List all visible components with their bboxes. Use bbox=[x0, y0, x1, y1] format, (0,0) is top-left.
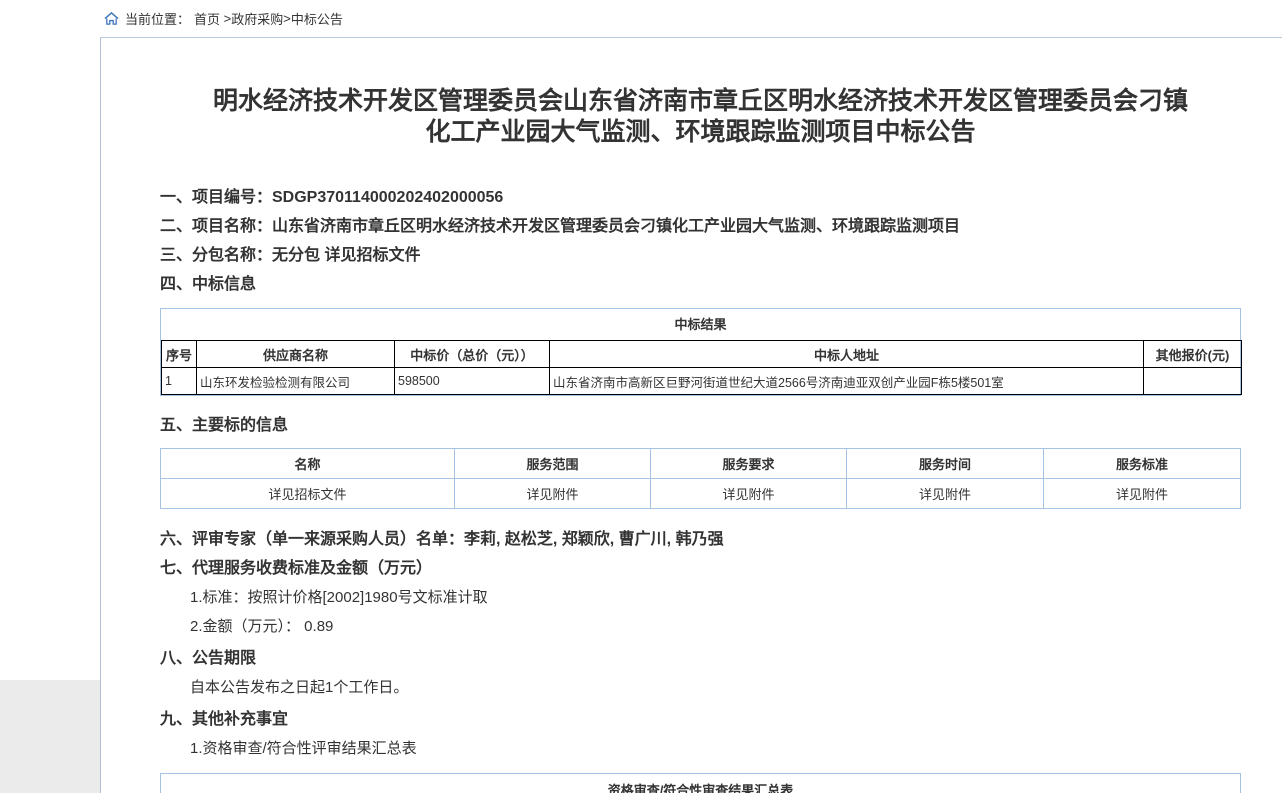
subject-table-row: 详见招标文件 详见附件 详见附件 详见附件 详见附件 bbox=[161, 479, 1241, 509]
subject-table-cell: 详见附件 bbox=[847, 479, 1044, 509]
award-table-header-row: 序号 供应商名称 中标价（总价（元）） 中标人地址 其他报价(元) bbox=[162, 341, 1242, 368]
section-experts: 六、评审专家（单一来源采购人员）名单：李莉, 赵松芝, 郑颖欣, 曹广川, 韩乃… bbox=[160, 525, 1241, 554]
notice-period-text: 自本公告发布之日起1个工作日。 bbox=[160, 673, 1241, 702]
subject-table-header-cell: 名称 bbox=[161, 449, 455, 479]
subject-table-cell: 详见附件 bbox=[651, 479, 847, 509]
subject-table-header-cell: 服务标准 bbox=[1044, 449, 1241, 479]
subject-table-header-cell: 服务时间 bbox=[847, 449, 1044, 479]
subject-table-header-cell: 服务要求 bbox=[651, 449, 847, 479]
award-table-cell-address: 山东省济南市高新区巨野河街道世纪大道2566号济南迪亚双创产业园F栋5楼501室 bbox=[550, 368, 1144, 395]
section-notice-period-heading: 八、公告期限 bbox=[160, 644, 1241, 673]
fee-standard-text: 1.标准：按照计价格[2002]1980号文标准计取 bbox=[160, 583, 1241, 612]
content-panel: 明水经济技术开发区管理委员会山东省济南市章丘区明水经济技术开发区管理委员会刁镇化… bbox=[100, 37, 1282, 793]
breadcrumb-link-category[interactable]: 政府采购 bbox=[231, 9, 283, 28]
section-main-subject-heading: 五、主要标的信息 bbox=[160, 411, 1241, 440]
other-item-text: 1.资格审查/符合性评审结果汇总表 bbox=[160, 734, 1241, 763]
award-table-header-cell: 中标人地址 bbox=[550, 341, 1144, 368]
subject-table: 名称 服务范围 服务要求 服务时间 服务标准 详见招标文件 详见附件 详见附件 … bbox=[160, 448, 1241, 509]
breadcrumb-label: 当前位置： bbox=[125, 9, 190, 28]
award-result-table: 中标结果 序号 供应商名称 中标价（总价（元）） 中标人地址 其他报价(元) 1… bbox=[160, 308, 1241, 396]
section-project-name: 二、项目名称：山东省济南市章丘区明水经济技术开发区管理委员会刁镇化工产业园大气监… bbox=[160, 212, 1241, 241]
breadcrumb-link-page[interactable]: 中标公告 bbox=[291, 9, 343, 28]
subject-table-cell: 详见附件 bbox=[455, 479, 651, 509]
award-table-cell-price: 598500 bbox=[395, 368, 550, 395]
award-table-caption: 中标结果 bbox=[161, 309, 1240, 340]
subject-table-header-row: 名称 服务范围 服务要求 服务时间 服务标准 bbox=[161, 449, 1241, 479]
award-table-cell-index: 1 bbox=[162, 368, 197, 395]
breadcrumb: 当前位置： 首页 > 政府采购 > 中标公告 bbox=[0, 0, 1282, 37]
breadcrumb-separator-1: > bbox=[220, 11, 231, 26]
section-subpackage: 三、分包名称：无分包 详见招标文件 bbox=[160, 241, 1241, 270]
breadcrumb-separator-2: > bbox=[283, 11, 291, 26]
section-award-info-heading: 四、中标信息 bbox=[160, 270, 1241, 299]
review-result-table: 资格审查/符合性审查结果汇总表 序号 投标人名称 审查结果 bbox=[160, 773, 1241, 793]
home-icon bbox=[104, 12, 119, 26]
award-table-header-cell: 中标价（总价（元）） bbox=[395, 341, 550, 368]
award-table-cell-other-quote bbox=[1144, 368, 1242, 395]
award-table-row: 1 山东环发检验检测有限公司 598500 山东省济南市高新区巨野河街道世纪大道… bbox=[162, 368, 1242, 395]
subject-table-cell: 详见招标文件 bbox=[161, 479, 455, 509]
subject-table-cell: 详见附件 bbox=[1044, 479, 1241, 509]
left-margin-shade bbox=[0, 680, 100, 793]
section-agency-fee-heading: 七、代理服务收费标准及金额（万元） bbox=[160, 554, 1241, 583]
fee-amount-text: 2.金额（万元）： 0.89 bbox=[160, 612, 1241, 641]
subject-table-header-cell: 服务范围 bbox=[455, 449, 651, 479]
award-table-header-cell: 其他报价(元) bbox=[1144, 341, 1242, 368]
breadcrumb-link-home[interactable]: 首页 bbox=[194, 9, 220, 28]
section-other-heading: 九、其他补充事宜 bbox=[160, 705, 1241, 734]
section-project-no: 一、项目编号：SDGP370114000202402000056 bbox=[160, 183, 1241, 212]
award-table-header-cell: 序号 bbox=[162, 341, 197, 368]
award-table-header-cell: 供应商名称 bbox=[197, 341, 395, 368]
award-table-cell-supplier: 山东环发检验检测有限公司 bbox=[197, 368, 395, 395]
review-table-caption: 资格审查/符合性审查结果汇总表 bbox=[161, 774, 1240, 793]
page-title: 明水经济技术开发区管理委员会山东省济南市章丘区明水经济技术开发区管理委员会刁镇化… bbox=[211, 86, 1191, 148]
